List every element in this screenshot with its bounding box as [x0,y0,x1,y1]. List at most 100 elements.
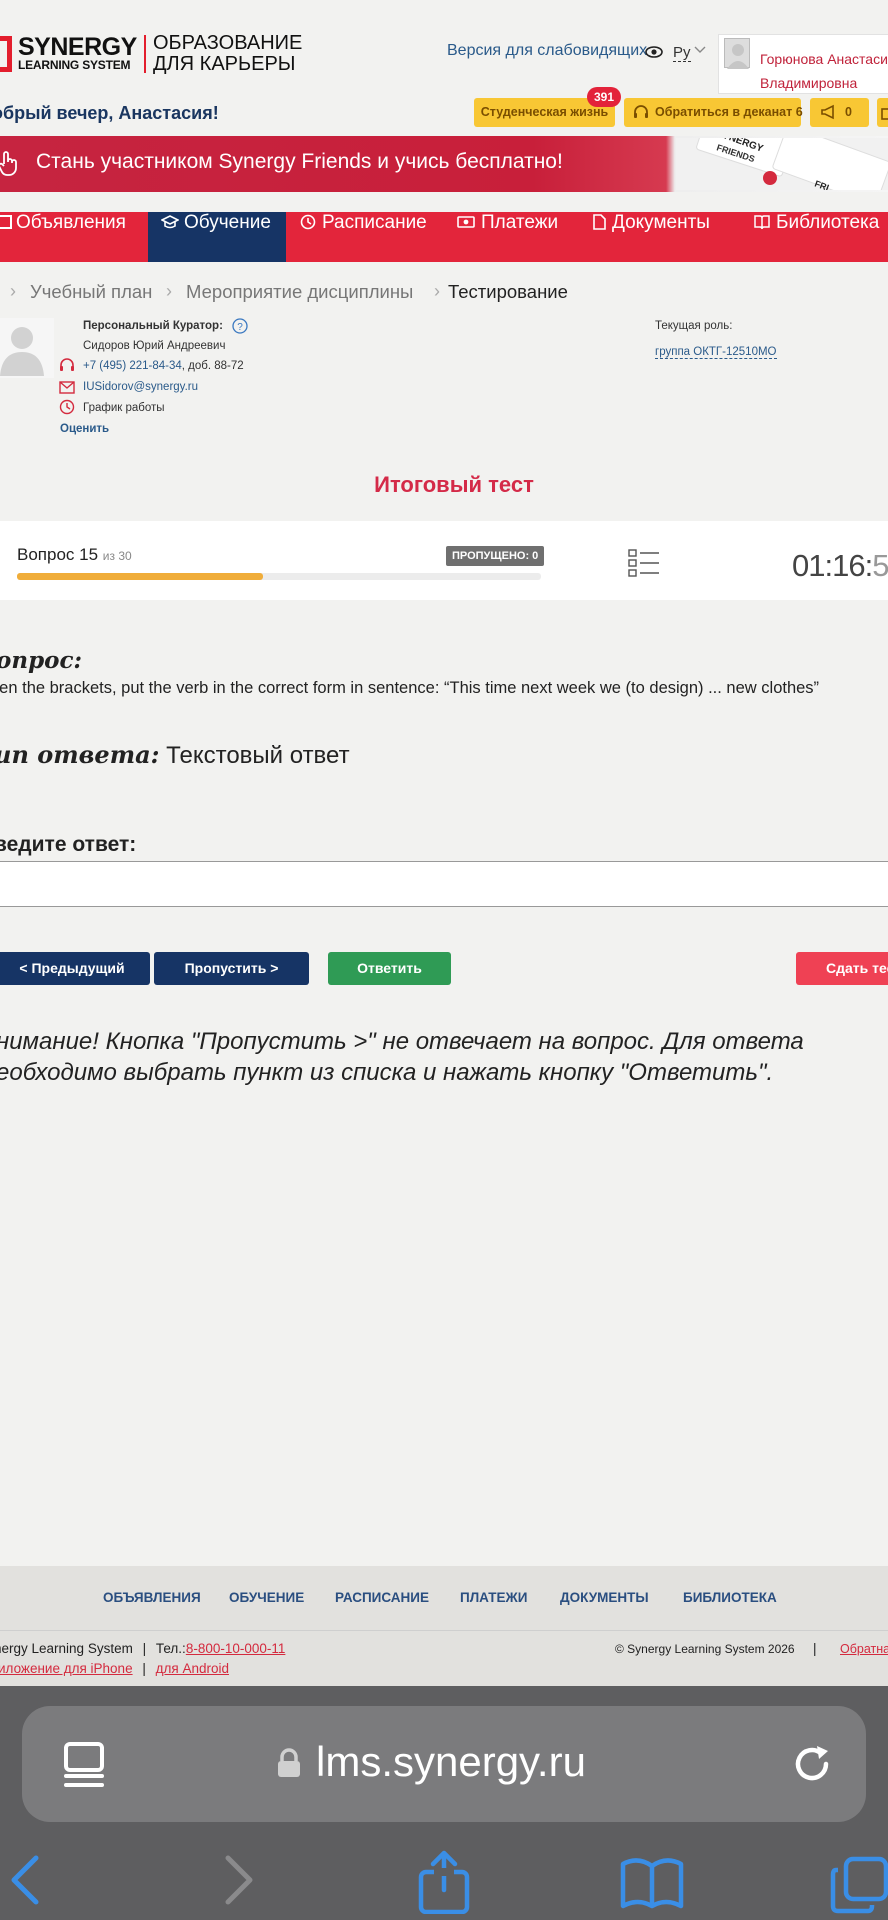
breadcrumb-study-plan[interactable]: Учебный план [30,281,152,303]
contact-deanery-button[interactable]: Обратиться в деканат 6 [624,98,803,127]
question-list-icon[interactable] [628,549,660,577]
footer-link-payments[interactable]: ПЛАТЕЖИ [460,1590,527,1605]
skipped-badge: ПРОПУЩЕНО: 0 [446,546,545,566]
footer-link-education[interactable]: ОБУЧЕНИЕ [229,1590,304,1605]
curator-avatar [0,318,54,378]
footer-divider [0,1630,888,1631]
answer-prompt: ведите ответ: [0,833,137,856]
announcements-button[interactable]: 0 [810,98,869,127]
current-role-select[interactable]: группа ОКТГ-12510МО [655,346,777,359]
nav-label[interactable]: Платежи [481,212,558,233]
feedback-link[interactable]: Обратна [840,1642,888,1656]
curator-email[interactable]: IUSidorov@synergy.ru [83,381,198,393]
nav-item-schedule[interactable]: Расписание [300,212,427,262]
back-icon[interactable] [6,1852,42,1912]
current-role-label: Текущая роль: [655,320,733,332]
tabs-icon[interactable] [830,1856,888,1918]
money-icon [457,213,475,235]
nav-label[interactable]: Объявления [16,212,126,233]
logo-tagline-line1: ОБРАЗОВАНИЕ [153,32,303,54]
help-icon[interactable]: ? [232,318,248,338]
skip-button[interactable]: Пропустить > [154,952,309,985]
logo-mark [0,36,12,72]
submit-test-button[interactable]: Сдать тес [796,952,888,985]
nav-item-education[interactable]: Обучение [160,212,271,262]
footer-copyright: © Synergy Learning System 2026 [615,1642,795,1656]
previous-button[interactable]: < Предыдущий [0,952,150,985]
answer-input[interactable] [0,861,888,907]
share-icon[interactable] [418,1850,470,1918]
nav-item-payments[interactable]: Платежи [457,212,558,262]
skip-warning-line1: нимание! Кнопка "Пропустить >" не отвеча… [0,1028,804,1055]
announcements-count[interactable]: 0 [845,105,852,119]
url-text[interactable]: lms.synergy.ru [316,1738,586,1786]
rate-curator-link[interactable]: Оценить [60,423,109,435]
logo-divider [144,35,146,73]
nav-label[interactable]: Обучение [184,212,271,233]
mail-icon [881,106,888,125]
notification-badge: 391 [587,87,621,107]
footer-link-schedule[interactable]: РАСПИСАНИЕ [335,1590,429,1605]
eye-icon[interactable] [645,44,663,63]
user-name-line2[interactable]: Владимировна [760,69,888,97]
pointer-hand-icon [0,150,20,182]
graduation-cap-icon [160,214,180,236]
bookmarks-icon[interactable] [620,1858,684,1914]
question-heading: опрос: [0,647,82,674]
footer-link-library[interactable]: БИБЛИОТЕКА [683,1590,777,1605]
skip-warning-line2: еобходимо выбрать пункт из списка и нажа… [0,1059,774,1086]
app-iphone-link[interactable]: иложение для iPhone [0,1661,133,1676]
nav-item-library[interactable]: Библиотека [754,212,879,262]
footer-brand: nergy Learning System [0,1641,133,1656]
forward-icon[interactable] [222,1852,258,1912]
logo-tagline: ОБРАЗОВАНИЕ ДЛЯ КАРЬЕРЫ [153,33,302,75]
test-title: Итоговый тест [374,472,534,497]
curator-title: Персональный Куратор: [83,320,223,332]
promo-banner-image: FRIENDS SYNERGY FRI [676,138,888,190]
contact-deanery-label[interactable]: Обратиться в деканат 6 [655,105,803,119]
test-timer: 01:16:50 [792,548,888,584]
answer-type-value: Текстовый ответ [159,742,350,769]
question-text: pen the brackets, put the verb in the co… [0,679,820,697]
footer-separator: | [142,1661,146,1676]
footer-separator: | [813,1641,817,1656]
footer-apps: иложение для iPhone | для Android [0,1661,229,1676]
nav-label[interactable]: Документы [612,212,710,233]
curator-ext: , доб. 88-72 [181,360,244,372]
promo-banner-text[interactable]: Стань участником Synergy Friends и учись… [36,150,563,174]
curator-schedule[interactable]: График работы [83,402,165,414]
headset-icon [633,104,649,124]
nav-label[interactable]: Расписание [322,212,427,233]
user-name[interactable]: Горюнова Анастасия Владимировна [760,45,888,101]
timer-seconds: 50 [872,548,888,583]
question-number: Вопрос 15 [17,545,99,564]
curator-phone[interactable]: +7 (495) 221-84-34 [83,360,182,372]
nav-item-announcements[interactable]: Объявления [0,212,126,262]
breadcrumb-discipline-event[interactable]: Мероприятие дисциплины [186,281,413,303]
footer-separator: | [142,1641,147,1656]
nav-item-documents[interactable]: Документы [593,212,710,262]
app-android-link[interactable]: для Android [156,1661,229,1676]
footer-link-announcements[interactable]: ОБЪЯВЛЕНИЯ [103,1590,201,1605]
accessibility-link[interactable]: Версия для слабовидящих [447,42,647,60]
answer-button[interactable]: Ответить [328,952,451,985]
curator-name: Сидоров Юрий Андреевич [83,340,226,352]
mail-icon [59,379,75,398]
reload-icon[interactable] [788,1740,836,1788]
footer-phone[interactable]: 8-800-10-000-11 [186,1641,286,1656]
chevron-right-icon: › [166,281,172,301]
footer-link-documents[interactable]: ДОКУМЕНТЫ [560,1590,649,1605]
document-icon [593,214,606,236]
language-select[interactable]: Ру [673,44,691,62]
breadcrumb-testing: Тестирование [448,281,568,302]
lock-icon [277,1748,301,1778]
logo-learning-system: LEARNING SYSTEM [18,58,131,72]
chevron-down-icon[interactable] [694,44,706,58]
reader-mode-icon[interactable] [64,1742,106,1788]
clock-icon [300,214,316,236]
answer-type: ип ответа: Текстовый ответ [0,740,350,770]
logo-tagline-line2: ДЛЯ КАРЬЕРЫ [153,53,296,75]
skip-warning: нимание! Кнопка "Пропустить >" не отвеча… [0,1026,888,1088]
nav-label[interactable]: Библиотека [776,212,879,233]
user-avatar[interactable] [724,38,750,69]
